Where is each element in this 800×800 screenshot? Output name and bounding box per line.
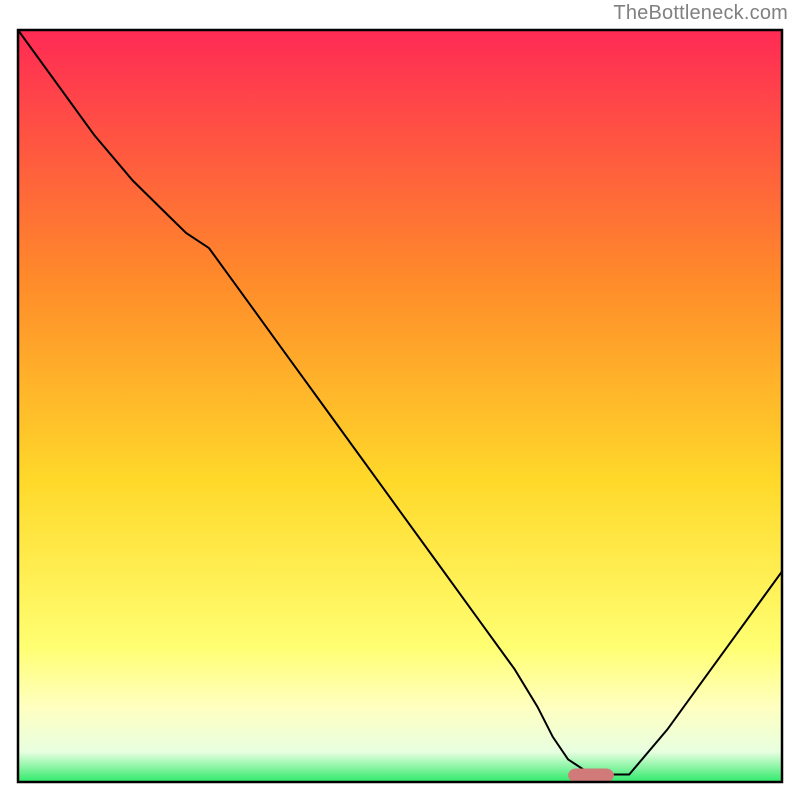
heat-gradient (18, 30, 782, 782)
watermark-text: TheBottleneck.com (613, 2, 788, 25)
optimum-marker (568, 768, 614, 782)
bottleneck-chart (0, 0, 800, 800)
